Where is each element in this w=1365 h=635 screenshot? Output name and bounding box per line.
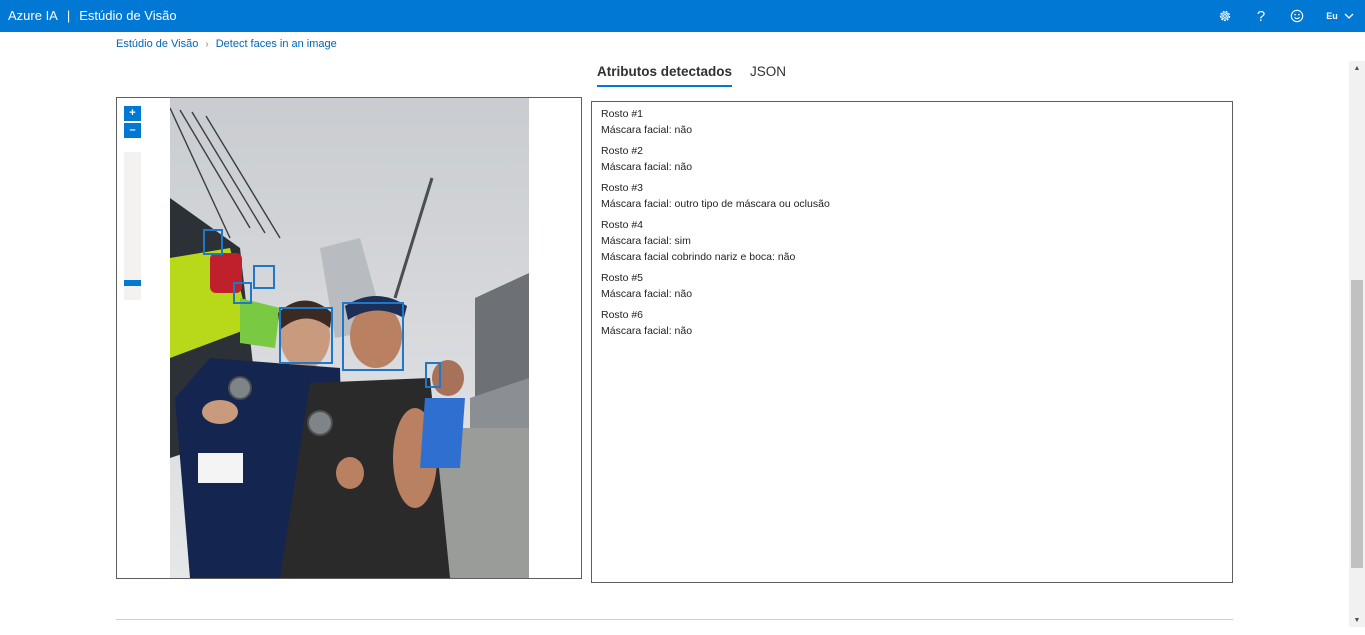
result-tabs: Atributos detectados JSON (597, 62, 804, 87)
zoom-in-button[interactable]: + (124, 106, 141, 121)
tab-detected-attributes[interactable]: Atributos detectados (597, 62, 733, 87)
face-attribute: Máscara facial: sim (601, 235, 691, 247)
breadcrumb-home-link[interactable]: Estúdio de Visão (116, 38, 198, 50)
face-attribute: Máscara facial: não (601, 161, 693, 173)
top-bar: Azure IA | Estúdio de Visão ? Eu (0, 0, 1365, 32)
face-result: Rosto #1 Máscara facial: não (601, 106, 1223, 138)
scrollbar-thumb[interactable] (1351, 280, 1363, 568)
face-title: Rosto #4 (601, 219, 644, 231)
face-result: Rosto #5 Máscara facial: não (601, 270, 1223, 302)
face-title: Rosto #5 (601, 272, 644, 284)
footer-divider (116, 619, 1233, 620)
chevron-down-icon (1344, 13, 1354, 19)
face-attribute: Máscara facial: não (601, 325, 693, 337)
face-title: Rosto #6 (601, 309, 644, 321)
breadcrumb: Estúdio de Visão › Detect faces in an im… (116, 38, 337, 50)
medal (307, 410, 333, 436)
face-attribute: Máscara facial: não (601, 124, 693, 136)
help-icon: ? (1256, 7, 1266, 25)
header-actions: ? Eu (1207, 0, 1365, 32)
detected-attributes-panel: Rosto #1 Máscara facial: não Rosto #2 Másca… (591, 101, 1233, 583)
product-name: Azure IA (8, 8, 58, 23)
face-result: Rosto #4 Máscara facial: sim Máscara facia… (601, 217, 1223, 265)
page-scrollbar[interactable]: ▲ ▼ (1349, 61, 1365, 627)
face-result: Rosto #2 Máscara facial: não (601, 143, 1223, 175)
feedback-button[interactable] (1279, 0, 1315, 32)
gear-icon (1219, 10, 1231, 22)
chevron-right-icon: › (205, 38, 209, 50)
zoom-out-button[interactable]: – (124, 123, 141, 138)
face-result: Rosto #6 Máscara facial: não (601, 307, 1223, 339)
analyzed-photo (170, 98, 529, 578)
tab-json[interactable]: JSON (750, 62, 786, 87)
app-name: Estúdio de Visão (79, 8, 177, 23)
help-button[interactable]: ? (1243, 0, 1279, 32)
scroll-down-arrow-icon[interactable]: ▼ (1349, 613, 1365, 627)
breadcrumb-current-link[interactable]: Detect faces in an image (216, 38, 337, 50)
brand[interactable]: Azure IA | Estúdio de Visão (8, 0, 177, 32)
faces-list: Rosto #1 Máscara facial: não Rosto #2 Másca… (592, 102, 1232, 348)
face-attribute: Máscara facial: não (601, 288, 693, 300)
face-title: Rosto #3 (601, 182, 644, 194)
zoom-slider-thumb[interactable] (124, 280, 141, 286)
face-title: Rosto #1 (601, 108, 644, 120)
zoom-slider[interactable] (124, 152, 141, 300)
account-menu[interactable]: Eu (1315, 0, 1365, 32)
settings-button[interactable] (1207, 0, 1243, 32)
face-result: Rosto #3 Máscara facial: outro tipo de má… (601, 180, 1223, 212)
face-title: Rosto #2 (601, 145, 644, 157)
brand-separator: | (66, 8, 71, 23)
smiley-icon (1290, 9, 1304, 23)
account-avatar: Eu (1326, 11, 1338, 21)
scroll-up-arrow-icon[interactable]: ▲ (1349, 61, 1365, 75)
face-attribute: Máscara facial: outro tipo de máscara ou… (601, 198, 830, 210)
image-panel: + – (116, 97, 582, 579)
face-attribute: Máscara facial cobrindo nariz e boca: nã… (601, 251, 796, 263)
